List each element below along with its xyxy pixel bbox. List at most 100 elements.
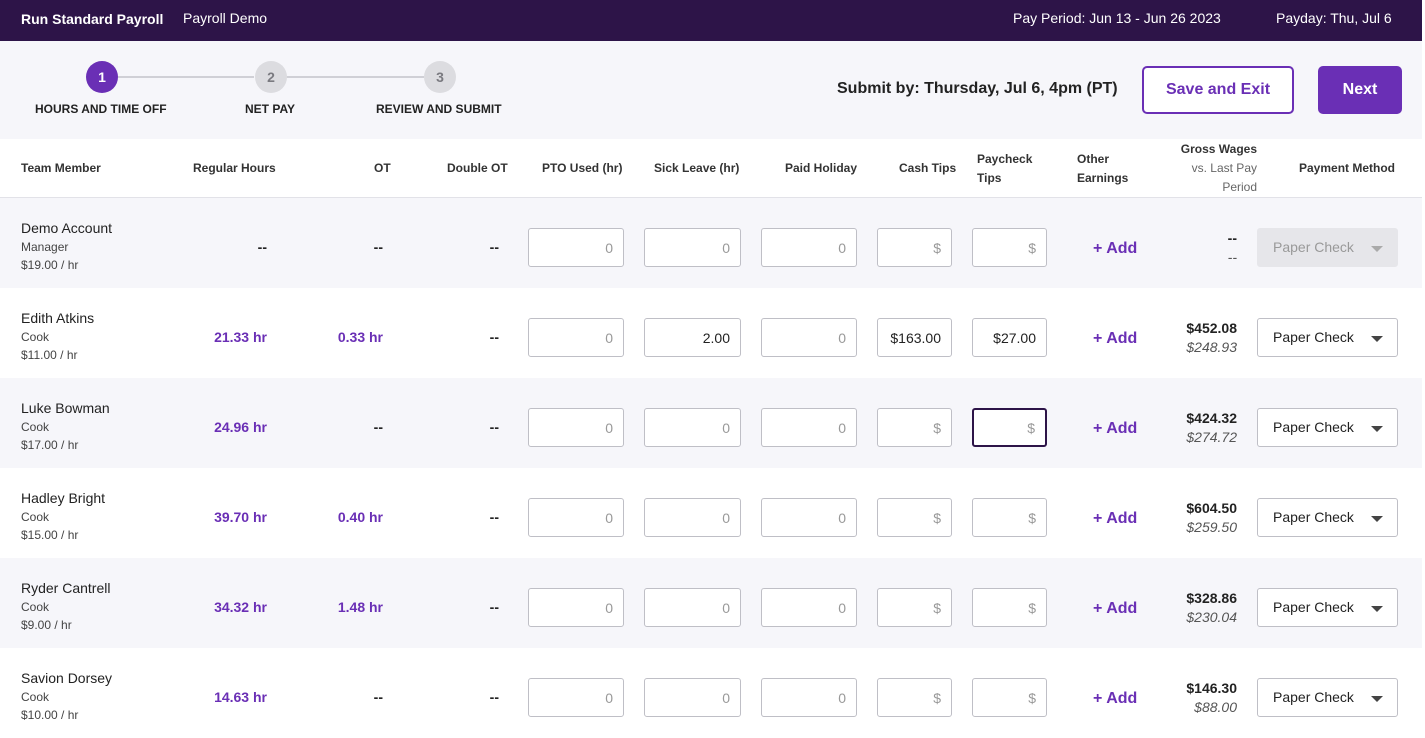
cash-tips-input[interactable]	[877, 588, 952, 627]
sick-leave-input[interactable]	[644, 228, 741, 267]
pto-used-input[interactable]	[528, 408, 624, 447]
double-ot-value: --	[489, 689, 499, 705]
payment-method-label: Paper Check	[1273, 689, 1354, 705]
cash-tips-input[interactable]	[877, 678, 952, 717]
regular-hours-value: --	[257, 239, 267, 255]
sick-leave-input[interactable]	[644, 678, 741, 717]
pay-period: Pay Period: Jun 13 - Jun 26 2023	[1013, 10, 1221, 26]
paid-holiday-input[interactable]	[761, 228, 857, 267]
payment-method-label: Paper Check	[1273, 509, 1354, 525]
pto-used-input[interactable]	[528, 678, 624, 717]
col-other-earnings: Earnings	[1077, 171, 1129, 185]
paycheck-tips-input[interactable]	[972, 408, 1047, 447]
employee-name[interactable]: Luke Bowman	[21, 400, 110, 416]
payment-method-select[interactable]: Paper Check	[1257, 678, 1398, 717]
regular-hours-value: 14.63 hr	[214, 689, 267, 705]
step-connector	[286, 76, 424, 78]
sick-leave-input[interactable]	[644, 408, 741, 447]
add-other-earnings-button[interactable]: + Add	[1093, 690, 1137, 708]
employee-name[interactable]: Edith Atkins	[21, 310, 94, 326]
paid-holiday-input[interactable]	[761, 408, 857, 447]
paid-holiday-input[interactable]	[761, 498, 857, 537]
pto-used-input[interactable]	[528, 588, 624, 627]
payment-method-select[interactable]: Paper Check	[1257, 588, 1398, 627]
employee-name[interactable]: Savion Dorsey	[21, 670, 112, 686]
add-other-earnings-button[interactable]: + Add	[1093, 600, 1137, 618]
gross-wages-value: $424.32	[1186, 410, 1237, 426]
gross-wages-value: $604.50	[1186, 500, 1237, 516]
payday: Payday: Thu, Jul 6	[1276, 10, 1392, 26]
double-ot-value: --	[489, 509, 499, 525]
col-sick-leave: Sick Leave (hr)	[654, 161, 740, 175]
paid-holiday-input[interactable]	[761, 318, 857, 357]
submit-deadline: Submit by: Thursday, Jul 6, 4pm (PT)	[837, 80, 1118, 97]
sick-leave-input[interactable]	[644, 588, 741, 627]
col-other-earnings: Other	[1077, 152, 1110, 166]
page-title: Run Standard Payroll	[21, 11, 164, 27]
top-bar: Run Standard Payroll Payroll Demo Pay Pe…	[0, 0, 1422, 41]
last-pay-period-value: $274.72	[1186, 429, 1237, 445]
cash-tips-input[interactable]	[877, 408, 952, 447]
pto-used-input[interactable]	[528, 498, 624, 537]
paid-holiday-input[interactable]	[761, 678, 857, 717]
payment-method-select[interactable]: Paper Check	[1257, 498, 1398, 537]
add-other-earnings-button[interactable]: + Add	[1093, 510, 1137, 528]
payment-method-select[interactable]: Paper Check	[1257, 408, 1398, 447]
col-gross-wages: Gross Wages	[1180, 142, 1257, 156]
step-2-indicator[interactable]: 2	[255, 61, 287, 93]
save-and-exit-button[interactable]: Save and Exit	[1142, 66, 1294, 114]
sick-leave-input[interactable]	[644, 318, 741, 357]
ot-value: --	[373, 419, 383, 435]
paid-holiday-input[interactable]	[761, 588, 857, 627]
step-1-indicator[interactable]: 1	[86, 61, 118, 93]
payment-method-select[interactable]: Paper Check	[1257, 318, 1398, 357]
paycheck-tips-input[interactable]	[972, 678, 1047, 717]
pto-used-input[interactable]	[528, 318, 624, 357]
step-1-label: HOURS AND TIME OFF	[35, 102, 167, 116]
col-cash-tips: Cash Tips	[899, 161, 957, 175]
chevron-down-icon	[1371, 426, 1383, 432]
ot-value: 0.33 hr	[337, 329, 383, 345]
last-pay-period-value: $248.93	[1186, 339, 1237, 355]
employee-rate: $19.00 / hr	[21, 258, 79, 272]
sick-leave-input[interactable]	[644, 498, 741, 537]
ot-value: --	[373, 689, 383, 705]
add-other-earnings-button[interactable]: + Add	[1093, 420, 1137, 438]
cash-tips-input[interactable]	[877, 228, 952, 267]
paycheck-tips-input[interactable]	[972, 498, 1047, 537]
employee-name[interactable]: Demo Account	[21, 220, 112, 236]
employee-role: Cook	[21, 690, 50, 704]
employee-name[interactable]: Ryder Cantrell	[21, 580, 110, 596]
step-3-indicator[interactable]: 3	[424, 61, 456, 93]
double-ot-value: --	[489, 599, 499, 615]
table-row: Savion Dorsey Cook $10.00 / hr 14.63 hr -- --…	[0, 648, 1422, 738]
table-row: Edith Atkins Cook $11.00 / hr 21.33 hr 0.33 …	[0, 288, 1422, 378]
paycheck-tips-input[interactable]	[972, 588, 1047, 627]
chevron-down-icon	[1371, 696, 1383, 702]
cash-tips-input[interactable]	[877, 318, 952, 357]
payment-method-label: Paper Check	[1273, 419, 1354, 435]
employee-role: Cook	[21, 510, 50, 524]
paycheck-tips-input[interactable]	[972, 228, 1047, 267]
add-other-earnings-button[interactable]: + Add	[1093, 330, 1137, 348]
ot-value: --	[373, 239, 383, 255]
ot-value: 1.48 hr	[337, 599, 383, 615]
employee-name[interactable]: Hadley Bright	[21, 490, 105, 506]
regular-hours-value: 21.33 hr	[214, 329, 267, 345]
step-2-label: NET PAY	[245, 102, 296, 116]
add-other-earnings-button[interactable]: + Add	[1093, 240, 1137, 258]
table-row: Hadley Bright Cook $15.00 / hr 39.70 hr 0.40…	[0, 468, 1422, 558]
step-connector	[118, 76, 254, 78]
payment-method-label: Paper Check	[1273, 239, 1354, 255]
paycheck-tips-input[interactable]	[972, 318, 1047, 357]
pto-used-input[interactable]	[528, 228, 624, 267]
next-button[interactable]: Next	[1318, 66, 1402, 114]
regular-hours-value: 34.32 hr	[214, 599, 267, 615]
cash-tips-input[interactable]	[877, 498, 952, 537]
col-double-ot: Double OT	[447, 161, 508, 175]
ot-value: 0.40 hr	[337, 509, 383, 525]
chevron-down-icon	[1371, 606, 1383, 612]
employee-role: Cook	[21, 420, 50, 434]
regular-hours-value: 39.70 hr	[214, 509, 267, 525]
regular-hours-value: 24.96 hr	[214, 419, 267, 435]
